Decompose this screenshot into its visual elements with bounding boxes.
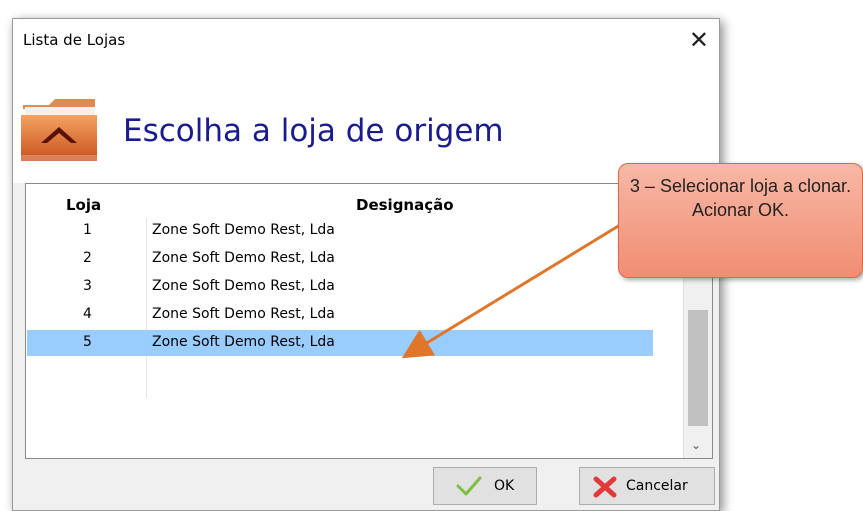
title-bar: Lista de Lojas ✕ <box>13 19 719 63</box>
cross-icon <box>593 476 617 498</box>
close-icon[interactable]: ✕ <box>689 25 709 55</box>
store-list[interactable]: Loja Designação 1 Zone Soft Demo Rest, L… <box>25 183 713 459</box>
cancel-button[interactable]: Cancelar <box>579 467 715 505</box>
table-row[interactable]: 4 Zone Soft Demo Rest, Lda <box>27 302 653 328</box>
cancel-button-label: Cancelar <box>626 478 688 494</box>
store-name: Zone Soft Demo Rest, Lda <box>152 222 335 238</box>
folder-home-icon <box>21 99 97 161</box>
chevron-down-icon[interactable]: ⌄ <box>691 438 701 452</box>
table-row[interactable]: 1 Zone Soft Demo Rest, Lda <box>27 218 653 244</box>
column-header-loja[interactable]: Loja <box>66 196 101 214</box>
instruction-callout: 3 – Selecionar loja a clonar. Acionar OK… <box>618 163 863 278</box>
store-name: Zone Soft Demo Rest, Lda <box>152 250 335 266</box>
store-number: 3 <box>83 278 92 294</box>
store-number: 4 <box>83 306 92 322</box>
store-name: Zone Soft Demo Rest, Lda <box>152 278 335 294</box>
header-title: Escolha a loja de origem <box>123 113 504 149</box>
dialog-header: Escolha a loja de origem <box>13 63 719 183</box>
scrollbar-thumb[interactable] <box>688 310 708 426</box>
table-row[interactable]: 2 Zone Soft Demo Rest, Lda <box>27 246 653 272</box>
store-list-dialog: Lista de Lojas ✕ Escolha a loja de orige… <box>12 18 720 511</box>
store-name: Zone Soft Demo Rest, Lda <box>152 306 335 322</box>
callout-text: 3 – Selecionar loja a clonar. Acionar OK… <box>629 176 852 220</box>
ok-button-label: OK <box>494 478 515 494</box>
table-row[interactable]: 3 Zone Soft Demo Rest, Lda <box>27 274 653 300</box>
check-icon <box>456 476 482 496</box>
store-name: Zone Soft Demo Rest, Lda <box>152 334 335 350</box>
table-row-selected[interactable]: 5 Zone Soft Demo Rest, Lda <box>27 330 653 356</box>
ok-button[interactable]: OK <box>433 467 537 505</box>
store-number: 2 <box>83 250 92 266</box>
store-number: 1 <box>83 222 92 238</box>
store-number: 5 <box>83 334 92 350</box>
window-title: Lista de Lojas <box>23 31 126 49</box>
column-header-designacao[interactable]: Designação <box>356 196 454 214</box>
